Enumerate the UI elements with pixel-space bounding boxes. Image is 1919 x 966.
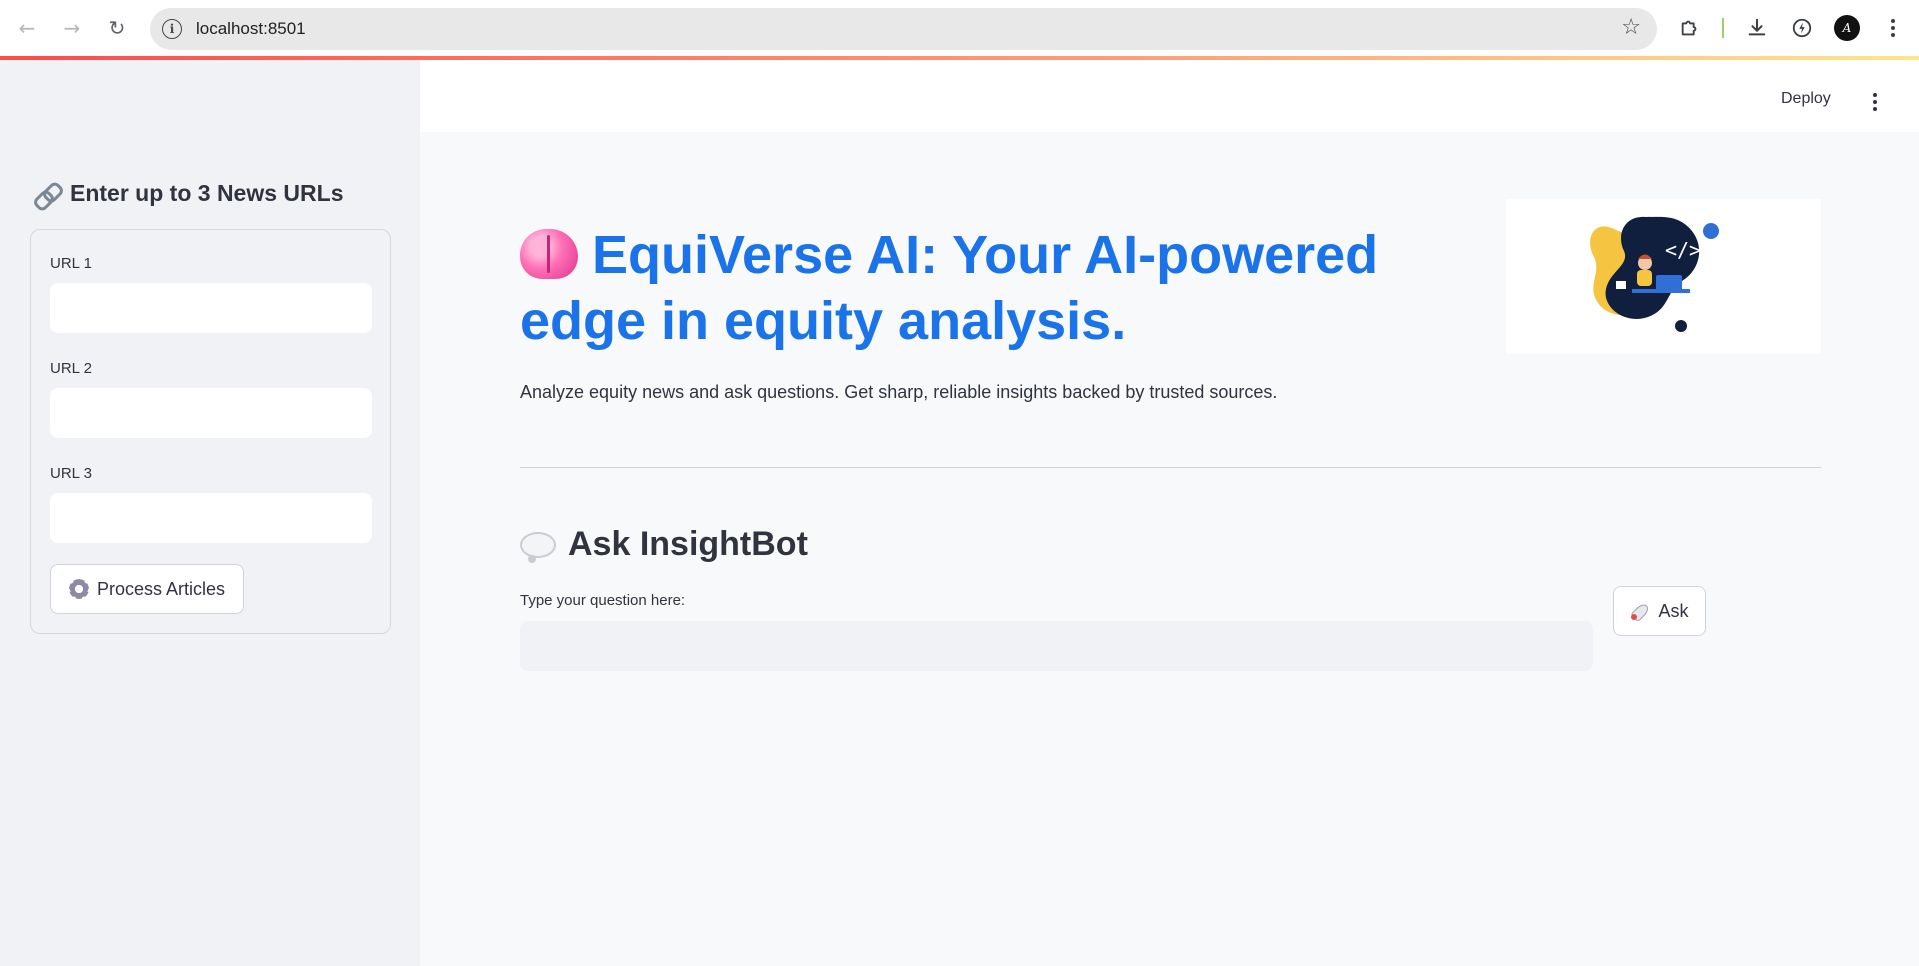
sidebar-title-text: Enter up to 3 News URLs (70, 180, 344, 206)
speech-balloon-icon (520, 531, 556, 563)
reload-icon[interactable]: ↻ (103, 14, 131, 42)
site-info-icon[interactable]: i (162, 19, 182, 39)
developer-illustration-icon: </> (1590, 216, 1719, 332)
forward-arrow-icon[interactable]: → (58, 14, 86, 42)
url-1-input[interactable] (50, 283, 372, 333)
process-articles-label: Process Articles (96, 578, 226, 599)
url-1-label: URL 1 (50, 255, 92, 272)
gear-icon (68, 579, 89, 599)
page-title: EquiVerse AI: Your AI-powered edge in eq… (520, 222, 1480, 354)
process-articles-button[interactable]: Process Articles (50, 564, 244, 614)
address-bar[interactable]: i localhost:8501 ☆ (150, 8, 1657, 50)
url-2-input[interactable] (50, 388, 372, 438)
extensions-puzzle-icon[interactable] (1677, 15, 1703, 41)
main-content: Deploy EquiVerse AI: Your AI-powered edg… (420, 60, 1919, 966)
brain-icon (520, 229, 578, 279)
sidebar: Enter up to 3 News URLs URL 1 URL 2 URL … (0, 60, 420, 966)
ask-button-label: Ask (1658, 600, 1689, 621)
question-label: Type your question here: (520, 592, 686, 609)
url-3-label: URL 3 (50, 465, 92, 482)
rocket-icon (1630, 601, 1650, 621)
question-input[interactable] (520, 621, 1593, 671)
browser-menu-icon[interactable] (1880, 15, 1906, 41)
performance-lightning-icon[interactable] (1789, 15, 1815, 41)
ask-button[interactable]: Ask (1613, 586, 1706, 636)
ask-section-title: Ask InsightBot (520, 525, 808, 564)
page-subtitle: Analyze equity news and ask questions. G… (520, 382, 1278, 402)
ask-section-title-text: Ask InsightBot (568, 525, 808, 563)
section-divider (520, 467, 1821, 468)
browser-toolbar: ← → ↻ i localhost:8501 ☆ A (0, 0, 1919, 60)
hero-illustration: </> (1506, 199, 1821, 354)
url-2-label: URL 2 (50, 360, 92, 377)
code-tag-text: </> (1665, 238, 1701, 262)
toolbar-divider (1722, 18, 1724, 38)
link-icon (32, 182, 60, 206)
address-url[interactable]: localhost:8501 (196, 19, 306, 39)
app-header: Deploy (420, 60, 1919, 132)
app-menu-icon[interactable] (1865, 91, 1885, 113)
url-form: URL 1 URL 2 URL 3 Process Articles (30, 229, 391, 634)
back-arrow-icon[interactable]: ← (13, 14, 41, 42)
profile-avatar[interactable]: A (1834, 15, 1860, 41)
deploy-button[interactable]: Deploy (1781, 90, 1831, 108)
url-3-input[interactable] (50, 493, 372, 543)
sidebar-title: Enter up to 3 News URLs (32, 180, 343, 207)
page-title-text: EquiVerse AI: Your AI-powered edge in eq… (520, 225, 1379, 351)
bookmark-star-icon[interactable]: ☆ (1621, 15, 1641, 40)
download-icon[interactable] (1744, 15, 1770, 41)
